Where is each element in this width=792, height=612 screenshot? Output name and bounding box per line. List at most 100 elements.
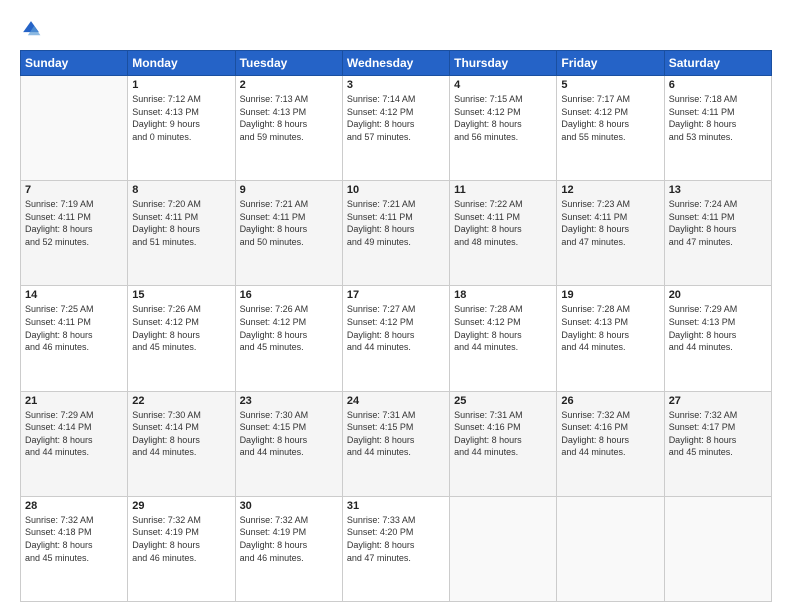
- calendar-cell: [557, 496, 664, 601]
- calendar-cell: 10Sunrise: 7:21 AMSunset: 4:11 PMDayligh…: [342, 181, 449, 286]
- day-info: Sunrise: 7:29 AMSunset: 4:13 PMDaylight:…: [669, 303, 767, 353]
- calendar-cell: 5 Sunrise: 7:17 AMSunset: 4:12 PMDaylight…: [557, 76, 664, 181]
- day-number: 5: [561, 79, 659, 91]
- calendar-week-row: 14 Sunrise: 7:25 AMSunset: 4:11 PMDayligh…: [21, 286, 772, 391]
- day-info: Sunrise: 7:30 AMSunset: 4:15 PMDaylight:…: [240, 409, 338, 459]
- day-info: Sunrise: 7:32 AMSunset: 4:19 PMDaylight:…: [240, 514, 338, 564]
- logo-icon: [20, 18, 42, 40]
- weekday-header: Saturday: [664, 51, 771, 76]
- day-number: 22: [132, 395, 230, 407]
- day-info: Sunrise: 7:31 AMSunset: 4:16 PMDaylight:…: [454, 409, 552, 459]
- calendar-cell: 13 Sunrise: 7:24 AMSunset: 4:11 PMDayligh…: [664, 181, 771, 286]
- calendar-cell: 22Sunrise: 7:30 AMSunset: 4:14 PMDayligh…: [128, 391, 235, 496]
- calendar-cell: 31 Sunrise: 7:33 AMSunset: 4:20 PMDayligh…: [342, 496, 449, 601]
- day-number: 6: [669, 79, 767, 91]
- day-number: 27: [669, 395, 767, 407]
- day-info: Sunrise: 7:15 AMSunset: 4:12 PMDaylight:…: [454, 93, 552, 143]
- calendar-week-row: 1 Sunrise: 7:12 AMSunset: 4:13 PMDaylight…: [21, 76, 772, 181]
- day-info: Sunrise: 7:26 AMSunset: 4:12 PMDaylight:…: [132, 303, 230, 353]
- day-number: 1: [132, 79, 230, 91]
- calendar-cell: 21Sunrise: 7:29 AMSunset: 4:14 PMDayligh…: [21, 391, 128, 496]
- weekday-header: Friday: [557, 51, 664, 76]
- calendar-cell: 17 Sunrise: 7:27 AMSunset: 4:12 PMDayligh…: [342, 286, 449, 391]
- day-number: 23: [240, 395, 338, 407]
- day-info: Sunrise: 7:24 AMSunset: 4:11 PMDaylight:…: [669, 198, 767, 248]
- day-info: Sunrise: 7:19 AMSunset: 4:11 PMDaylight:…: [25, 198, 123, 248]
- day-info: Sunrise: 7:22 AMSunset: 4:11 PMDaylight:…: [454, 198, 552, 248]
- calendar-cell: 7 Sunrise: 7:19 AMSunset: 4:11 PMDaylight…: [21, 181, 128, 286]
- day-info: Sunrise: 7:20 AMSunset: 4:11 PMDaylight:…: [132, 198, 230, 248]
- calendar-cell: 16Sunrise: 7:26 AMSunset: 4:12 PMDayligh…: [235, 286, 342, 391]
- day-info: Sunrise: 7:32 AMSunset: 4:19 PMDaylight:…: [132, 514, 230, 564]
- day-number: 3: [347, 79, 445, 91]
- calendar-cell: 24 Sunrise: 7:31 AMSunset: 4:15 PMDayligh…: [342, 391, 449, 496]
- day-number: 16: [240, 289, 338, 301]
- day-number: 24: [347, 395, 445, 407]
- day-number: 14: [25, 289, 123, 301]
- calendar-cell: 12 Sunrise: 7:23 AMSunset: 4:11 PMDayligh…: [557, 181, 664, 286]
- calendar-cell: 3 Sunrise: 7:14 AMSunset: 4:12 PMDaylight…: [342, 76, 449, 181]
- day-number: 4: [454, 79, 552, 91]
- calendar-cell: 1 Sunrise: 7:12 AMSunset: 4:13 PMDaylight…: [128, 76, 235, 181]
- day-number: 20: [669, 289, 767, 301]
- calendar-table: SundayMondayTuesdayWednesdayThursdayFrid…: [20, 50, 772, 602]
- day-info: Sunrise: 7:18 AMSunset: 4:11 PMDaylight:…: [669, 93, 767, 143]
- day-info: Sunrise: 7:33 AMSunset: 4:20 PMDaylight:…: [347, 514, 445, 564]
- calendar-cell: 18 Sunrise: 7:28 AMSunset: 4:12 PMDayligh…: [450, 286, 557, 391]
- day-number: 12: [561, 184, 659, 196]
- weekday-header: Thursday: [450, 51, 557, 76]
- day-number: 7: [25, 184, 123, 196]
- day-number: 11: [454, 184, 552, 196]
- day-info: Sunrise: 7:25 AMSunset: 4:11 PMDaylight:…: [25, 303, 123, 353]
- day-number: 26: [561, 395, 659, 407]
- day-number: 10: [347, 184, 445, 196]
- calendar-week-row: 7 Sunrise: 7:19 AMSunset: 4:11 PMDaylight…: [21, 181, 772, 286]
- calendar-cell: [450, 496, 557, 601]
- weekday-header: Sunday: [21, 51, 128, 76]
- day-number: 2: [240, 79, 338, 91]
- day-info: Sunrise: 7:27 AMSunset: 4:12 PMDaylight:…: [347, 303, 445, 353]
- day-info: Sunrise: 7:23 AMSunset: 4:11 PMDaylight:…: [561, 198, 659, 248]
- calendar-cell: 14 Sunrise: 7:25 AMSunset: 4:11 PMDayligh…: [21, 286, 128, 391]
- calendar-week-row: 28 Sunrise: 7:32 AMSunset: 4:18 PMDayligh…: [21, 496, 772, 601]
- calendar-cell: 23 Sunrise: 7:30 AMSunset: 4:15 PMDayligh…: [235, 391, 342, 496]
- weekday-header: Monday: [128, 51, 235, 76]
- day-number: 25: [454, 395, 552, 407]
- calendar-cell: 26 Sunrise: 7:32 AMSunset: 4:16 PMDayligh…: [557, 391, 664, 496]
- calendar-cell: 28 Sunrise: 7:32 AMSunset: 4:18 PMDayligh…: [21, 496, 128, 601]
- day-number: 13: [669, 184, 767, 196]
- day-info: Sunrise: 7:17 AMSunset: 4:12 PMDaylight:…: [561, 93, 659, 143]
- calendar-cell: 9Sunrise: 7:21 AMSunset: 4:11 PMDaylight…: [235, 181, 342, 286]
- calendar-cell: 8 Sunrise: 7:20 AMSunset: 4:11 PMDaylight…: [128, 181, 235, 286]
- day-number: 8: [132, 184, 230, 196]
- day-info: Sunrise: 7:13 AMSunset: 4:13 PMDaylight:…: [240, 93, 338, 143]
- calendar-cell: 20 Sunrise: 7:29 AMSunset: 4:13 PMDayligh…: [664, 286, 771, 391]
- calendar-cell: 2 Sunrise: 7:13 AMSunset: 4:13 PMDaylight…: [235, 76, 342, 181]
- day-info: Sunrise: 7:32 AMSunset: 4:16 PMDaylight:…: [561, 409, 659, 459]
- day-info: Sunrise: 7:29 AMSunset: 4:14 PMDaylight:…: [25, 409, 123, 459]
- header: [20, 18, 772, 40]
- day-number: 31: [347, 500, 445, 512]
- day-info: Sunrise: 7:14 AMSunset: 4:12 PMDaylight:…: [347, 93, 445, 143]
- page: SundayMondayTuesdayWednesdayThursdayFrid…: [0, 0, 792, 612]
- day-info: Sunrise: 7:32 AMSunset: 4:18 PMDaylight:…: [25, 514, 123, 564]
- calendar-cell: 25 Sunrise: 7:31 AMSunset: 4:16 PMDayligh…: [450, 391, 557, 496]
- day-info: Sunrise: 7:32 AMSunset: 4:17 PMDaylight:…: [669, 409, 767, 459]
- calendar-cell: 27 Sunrise: 7:32 AMSunset: 4:17 PMDayligh…: [664, 391, 771, 496]
- day-info: Sunrise: 7:28 AMSunset: 4:13 PMDaylight:…: [561, 303, 659, 353]
- calendar-cell: 19 Sunrise: 7:28 AMSunset: 4:13 PMDayligh…: [557, 286, 664, 391]
- weekday-header: Wednesday: [342, 51, 449, 76]
- day-number: 18: [454, 289, 552, 301]
- day-info: Sunrise: 7:28 AMSunset: 4:12 PMDaylight:…: [454, 303, 552, 353]
- day-number: 19: [561, 289, 659, 301]
- logo: [20, 18, 46, 40]
- calendar-cell: 29Sunrise: 7:32 AMSunset: 4:19 PMDayligh…: [128, 496, 235, 601]
- calendar-cell: 30Sunrise: 7:32 AMSunset: 4:19 PMDayligh…: [235, 496, 342, 601]
- day-info: Sunrise: 7:21 AMSunset: 4:11 PMDaylight:…: [240, 198, 338, 248]
- day-number: 17: [347, 289, 445, 301]
- day-info: Sunrise: 7:12 AMSunset: 4:13 PMDaylight:…: [132, 93, 230, 143]
- calendar-week-row: 21Sunrise: 7:29 AMSunset: 4:14 PMDayligh…: [21, 391, 772, 496]
- calendar-cell: 4 Sunrise: 7:15 AMSunset: 4:12 PMDaylight…: [450, 76, 557, 181]
- day-info: Sunrise: 7:31 AMSunset: 4:15 PMDaylight:…: [347, 409, 445, 459]
- day-number: 28: [25, 500, 123, 512]
